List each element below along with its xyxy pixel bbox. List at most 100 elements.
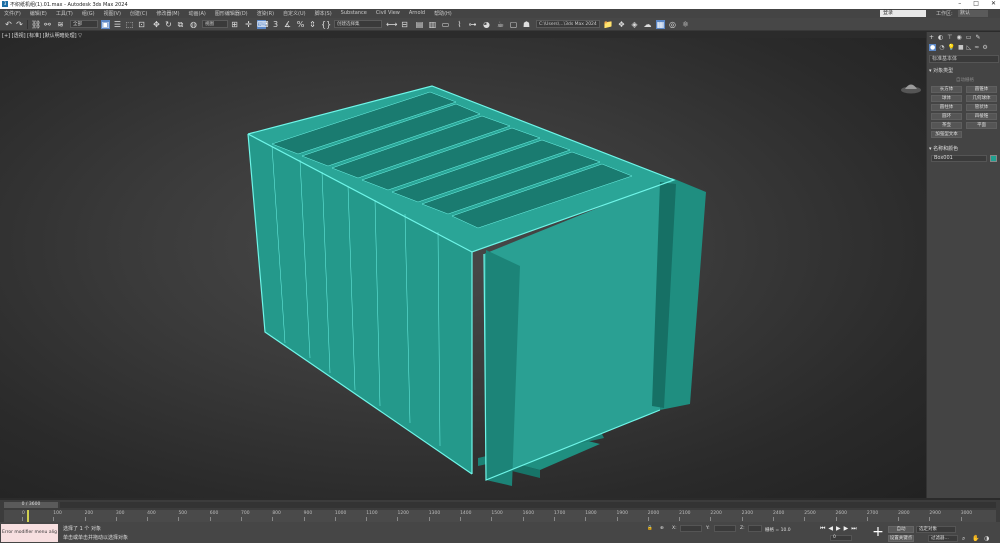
y-coord-field[interactable] [714, 525, 736, 532]
arnold-icon[interactable]: ⚛ [681, 20, 690, 29]
playhead[interactable] [27, 510, 29, 522]
spinner-snap-icon[interactable]: ⇕ [308, 20, 317, 29]
object-type-button[interactable]: 球体 [931, 95, 962, 102]
render-active-icon[interactable]: ◈ [630, 20, 639, 29]
shapes-icon[interactable]: ◔ [939, 44, 944, 51]
viewcube-icon[interactable] [900, 78, 922, 94]
goto-end-icon[interactable]: ⏭ [851, 525, 856, 533]
render-setup-icon[interactable]: ☕ [496, 20, 505, 29]
key-filters-button[interactable]: 过滤器... [928, 535, 958, 542]
object-type-button[interactable]: 长方体 [931, 86, 962, 93]
menu-item[interactable]: 修改器(M) [156, 10, 179, 17]
perspective-viewport[interactable] [0, 38, 926, 498]
pan-icon[interactable]: ✋ [972, 535, 979, 542]
menu-item[interactable]: 图形编辑器(D) [215, 10, 248, 17]
menu-item[interactable]: 视图(V) [104, 10, 121, 17]
menu-item[interactable]: 工具(T) [56, 10, 73, 17]
menu-item[interactable]: Substance [341, 10, 367, 17]
minimize-icon[interactable]: – [958, 0, 961, 7]
bind-spacewarp-icon[interactable]: ≋ [56, 20, 65, 29]
mirror-icon[interactable]: ⟷ [386, 20, 397, 29]
reference-coord-dropdown[interactable]: 视图 [202, 20, 228, 28]
render-cloud-icon[interactable]: ☁ [643, 20, 652, 29]
x-coord-field[interactable] [680, 525, 702, 532]
object-type-button[interactable]: 四棱锥 [966, 113, 997, 120]
named-selection-dropdown[interactable]: 创建选择集 [334, 20, 382, 28]
menu-item[interactable]: 自定义(U) [283, 10, 306, 17]
helpers-icon[interactable]: ◺ [967, 44, 972, 51]
scale-icon[interactable]: ⧉ [176, 20, 185, 29]
add-time-tag-icon[interactable]: + [871, 525, 885, 540]
key-mode-dropdown[interactable]: 选定对象 [916, 526, 956, 533]
sign-in-button[interactable]: 登录 [880, 10, 926, 17]
object-type-button[interactable]: 加强型文本 [931, 131, 962, 138]
material-editor-icon[interactable]: ◕ [482, 20, 491, 29]
menu-item[interactable]: 渲染(R) [257, 10, 274, 17]
move-icon[interactable]: ✥ [152, 20, 161, 29]
render-iterative-icon[interactable]: ❖ [617, 20, 626, 29]
menu-item[interactable]: 帮助(H) [434, 10, 452, 17]
object-type-button[interactable]: 平面 [966, 122, 997, 129]
menu-item[interactable]: 动画(A) [189, 10, 206, 17]
menu-item[interactable]: Civil View [376, 10, 400, 17]
zoom-icon[interactable]: ⌕ [962, 535, 965, 543]
scene-explorer-icon[interactable]: ▤ [415, 20, 424, 29]
prev-frame-icon[interactable]: ◀ [828, 525, 833, 533]
workspace-dropdown[interactable]: 默认 [958, 10, 988, 17]
select-by-name-icon[interactable]: ☰ [113, 20, 122, 29]
menu-item[interactable]: 编辑(E) [30, 10, 47, 17]
place-icon[interactable]: ◍ [189, 20, 198, 29]
angle-snap-icon[interactable]: ∡ [283, 20, 292, 29]
track-bar[interactable]: 0 100 200 300 400 500 600 700 800 900 1000 1100 1200… [4, 510, 996, 522]
object-type-button[interactable]: 管状体 [966, 104, 997, 111]
maximize-icon[interactable]: □ [973, 0, 979, 7]
ribbon-icon[interactable]: ▭ [441, 20, 450, 29]
z-coord-field[interactable] [748, 525, 762, 532]
redo-icon[interactable]: ↷ [15, 20, 24, 29]
time-slider-track[interactable] [60, 502, 996, 508]
absolute-mode-icon[interactable]: ⊕ [660, 526, 664, 531]
primitive-type-dropdown[interactable]: 标准基本体 [929, 55, 999, 63]
geometry-icon[interactable]: ● [929, 44, 937, 51]
selection-filter-dropdown[interactable]: 全部 [70, 20, 98, 28]
play-icon[interactable]: ▶ [836, 525, 841, 533]
object-type-button[interactable]: 圆柱体 [931, 104, 962, 111]
autogrid-checkbox[interactable]: 自动栅格 [937, 77, 993, 83]
unlink-icon[interactable]: ⚯ [43, 20, 52, 29]
render-preset-dropdown[interactable]: C:\Users\...\3ds Max 2024 [536, 20, 600, 28]
object-type-button[interactable]: 圆环 [931, 113, 962, 120]
create-tab-icon[interactable]: + [929, 34, 934, 41]
rect-selection-icon[interactable]: ⬚ [125, 20, 134, 29]
link-icon[interactable]: ⛓ [31, 20, 41, 29]
display-tab-icon[interactable]: ▭ [966, 34, 972, 41]
help-icon[interactable]: ◎ [668, 20, 677, 29]
set-key-button[interactable]: 设置关键点 [888, 535, 914, 542]
pivot-center-icon[interactable]: ⊞ [230, 20, 239, 29]
menu-item[interactable]: 组(G) [82, 10, 95, 17]
next-frame-icon[interactable]: ▶ [844, 525, 849, 533]
motion-tab-icon[interactable]: ◉ [957, 34, 962, 41]
open-folder-icon[interactable]: 📁 [603, 20, 613, 29]
keyboard-shortcut-icon[interactable]: ⌨ [257, 20, 269, 29]
rollout-object-type[interactable]: 对象类型 [929, 68, 999, 75]
lights-icon[interactable]: 💡 [948, 44, 955, 51]
cameras-icon[interactable]: ■ [958, 44, 964, 51]
select-manipulate-icon[interactable]: ✛ [244, 20, 253, 29]
object-color-swatch[interactable] [990, 155, 997, 162]
schematic-view-icon[interactable]: ⊶ [468, 20, 477, 29]
rendered-frame-icon[interactable]: ▢ [509, 20, 518, 29]
goto-start-icon[interactable]: ⏮ [820, 525, 825, 533]
menu-item[interactable]: 文件(F) [4, 10, 21, 17]
object-type-button[interactable]: 茶壶 [931, 122, 962, 129]
curve-editor-icon[interactable]: ⌇ [455, 20, 464, 29]
utilities-tab-icon[interactable]: ✎ [975, 34, 980, 41]
menu-item[interactable]: 创建(C) [130, 10, 147, 17]
toggle-ribbon-icon[interactable]: ▦ [656, 20, 665, 29]
lock-icon[interactable]: 🔒 [647, 526, 653, 531]
layer-explorer-icon[interactable]: ▥ [428, 20, 437, 29]
snap-toggle-icon[interactable]: 3 [271, 20, 280, 29]
maxscript-listener[interactable]: Error modifier menu alig [1, 524, 58, 542]
rotate-icon[interactable]: ↻ [164, 20, 173, 29]
object-type-button[interactable]: 圆锥体 [966, 86, 997, 93]
modify-tab-icon[interactable]: ◐ [938, 34, 943, 41]
